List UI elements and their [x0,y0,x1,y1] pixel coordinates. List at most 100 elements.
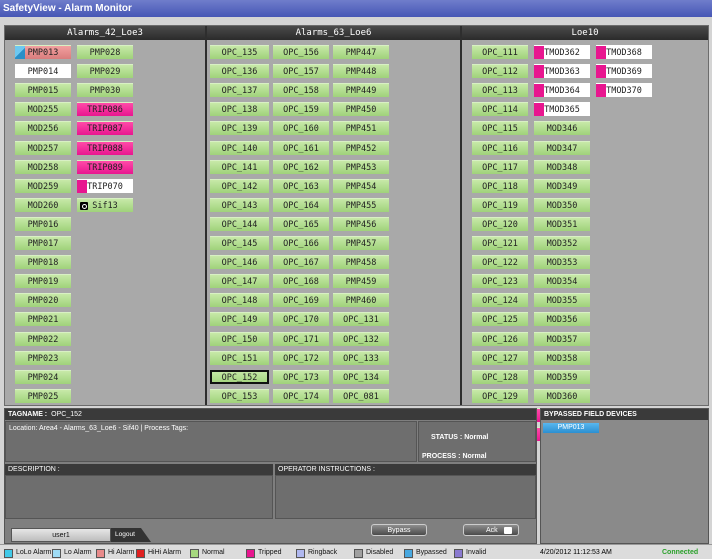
alarm-tag[interactable]: OPC_122 [472,255,528,270]
alarm-tag[interactable]: OPC_161 [273,140,329,155]
alarm-tag[interactable]: OPC_134 [333,369,389,384]
alarm-tag[interactable]: OPC_117 [472,159,528,174]
alarm-tag[interactable]: OPC_118 [472,178,528,193]
alarm-tag[interactable]: OPC_149 [210,312,269,327]
alarm-tag[interactable]: MOD258 [15,159,71,174]
alarm-tag[interactable]: PMP452 [333,140,389,155]
alarm-tag[interactable]: OPC_166 [273,236,329,250]
alarm-tag[interactable]: OPC_170 [273,312,329,327]
alarm-tag[interactable]: OPC_138 [210,102,269,117]
alarm-tag[interactable]: OPC_171 [273,331,329,346]
alarm-tag[interactable]: MOD260 [15,197,71,212]
alarm-tag[interactable]: OPC_132 [333,331,389,346]
alarm-tag[interactable]: OPC_145 [210,236,269,250]
alarm-tag[interactable]: PMP453 [333,159,389,174]
alarm-tag[interactable]: OPC_150 [210,331,269,346]
alarm-tag[interactable]: TMOD370 [596,83,652,98]
alarm-tag[interactable]: OPC_141 [210,159,269,174]
alarm-tag[interactable]: TMOD368 [596,45,652,59]
alarm-tag[interactable]: PMP024 [15,369,71,384]
alarm-tag[interactable]: MOD355 [534,293,590,308]
alarm-tag[interactable]: PMP025 [15,388,71,403]
alarm-tag[interactable]: OPC_128 [472,369,528,384]
alarm-tag[interactable]: TRIP089 [77,159,133,174]
alarm-tag[interactable]: TMOD364 [534,83,590,98]
alarm-tag[interactable]: MOD351 [534,216,590,231]
alarm-tag[interactable]: MOD359 [534,369,590,384]
alarm-tag[interactable]: OPC_140 [210,140,269,155]
alarm-tag[interactable]: PMP019 [15,274,71,289]
alarm-tag[interactable]: OPC_135 [210,45,269,59]
alarm-tag[interactable]: OPC_123 [472,274,528,289]
alarm-tag[interactable]: PMP016 [15,216,71,231]
alarm-tag[interactable]: TMOD363 [534,64,590,79]
alarm-tag[interactable]: MOD357 [534,331,590,346]
alarm-tag[interactable]: OPC_124 [472,293,528,308]
alarm-tag[interactable]: MOD360 [534,388,590,403]
alarm-tag[interactable]: PMP017 [15,236,71,250]
alarm-tag[interactable]: PMP460 [333,293,389,308]
alarm-tag[interactable]: MOD356 [534,312,590,327]
alarm-tag[interactable]: OPC_153 [210,388,269,403]
alarm-tag[interactable]: MOD259 [15,178,71,193]
alarm-tag[interactable]: MOD352 [534,236,590,250]
alarm-tag[interactable]: TRIP088 [77,140,133,155]
alarm-tag[interactable]: MOD255 [15,102,71,117]
alarm-tag[interactable]: OPC_127 [472,350,528,365]
alarm-tag[interactable]: MOD347 [534,140,590,155]
alarm-tag[interactable]: OPC_148 [210,293,269,308]
alarm-tag[interactable]: OPC_162 [273,159,329,174]
alarm-tag[interactable]: PMP457 [333,236,389,250]
alarm-tag[interactable]: MOD354 [534,274,590,289]
alarm-tag[interactable]: OPC_116 [472,140,528,155]
alarm-tag[interactable]: TMOD362 [534,45,590,59]
alarm-tag[interactable]: PMP449 [333,83,389,98]
alarm-tag[interactable]: OPC_136 [210,64,269,79]
alarm-tag[interactable]: MOD348 [534,159,590,174]
alarm-tag[interactable]: OPC_156 [273,45,329,59]
alarm-tag[interactable]: OPC_133 [333,350,389,365]
alarm-tag[interactable]: OPC_147 [210,274,269,289]
alarm-tag[interactable]: OPC_119 [472,197,528,212]
alarm-tag[interactable]: PMP454 [333,178,389,193]
alarm-tag[interactable]: OPC_169 [273,293,329,308]
alarm-tag[interactable]: MOD349 [534,178,590,193]
alarm-tag[interactable]: PMP447 [333,45,389,59]
alarm-tag[interactable]: PMP456 [333,216,389,231]
alarm-tag[interactable]: OPC_111 [472,45,528,59]
alarm-tag[interactable]: OPC_151 [210,350,269,365]
alarm-tag[interactable]: MOD257 [15,140,71,155]
alarm-tag[interactable]: OPC_121 [472,236,528,250]
alarm-tag[interactable]: TMOD365 [534,102,590,117]
alarm-tag[interactable]: OPC_120 [472,216,528,231]
alarm-tag[interactable]: OPC_081 [333,388,389,403]
alarm-tag[interactable]: PMP013 [15,45,71,59]
bypassed-item[interactable]: PMP013 [543,423,599,433]
alarm-tag[interactable]: OPC_174 [273,388,329,403]
alarm-tag[interactable]: MOD353 [534,255,590,270]
alarm-tag[interactable]: MOD358 [534,350,590,365]
alarm-tag[interactable]: TRIP086 [77,102,133,117]
alarm-tag[interactable]: OPC_114 [472,102,528,117]
alarm-tag[interactable]: TRIP087 [77,121,133,136]
alarm-tag[interactable]: OPC_146 [210,255,269,270]
alarm-tag[interactable]: OPC_137 [210,83,269,98]
alarm-tag[interactable]: OPC_172 [273,350,329,365]
alarm-tag[interactable]: PMP450 [333,102,389,117]
alarm-tag[interactable]: OPC_167 [273,255,329,270]
alarm-tag[interactable]: PMP021 [15,312,71,327]
alarm-tag[interactable]: PMP022 [15,331,71,346]
alarm-tag[interactable]: PMP458 [333,255,389,270]
alarm-tag[interactable]: OPC_158 [273,83,329,98]
alarm-tag[interactable]: OPC_113 [472,83,528,98]
alarm-tag[interactable]: OPC_168 [273,274,329,289]
bypass-button[interactable]: Bypass [371,524,427,536]
alarm-tag[interactable]: PMP030 [77,83,133,98]
alarm-tag[interactable]: OPC_126 [472,331,528,346]
alarm-tag[interactable]: OPC_163 [273,178,329,193]
alarm-tag[interactable]: PMP451 [333,121,389,136]
alarm-tag[interactable]: OPC_125 [472,312,528,327]
alarm-tag[interactable]: PMP028 [77,45,133,59]
alarm-tag[interactable]: PMP015 [15,83,71,98]
alarm-tag[interactable]: OPC_115 [472,121,528,136]
